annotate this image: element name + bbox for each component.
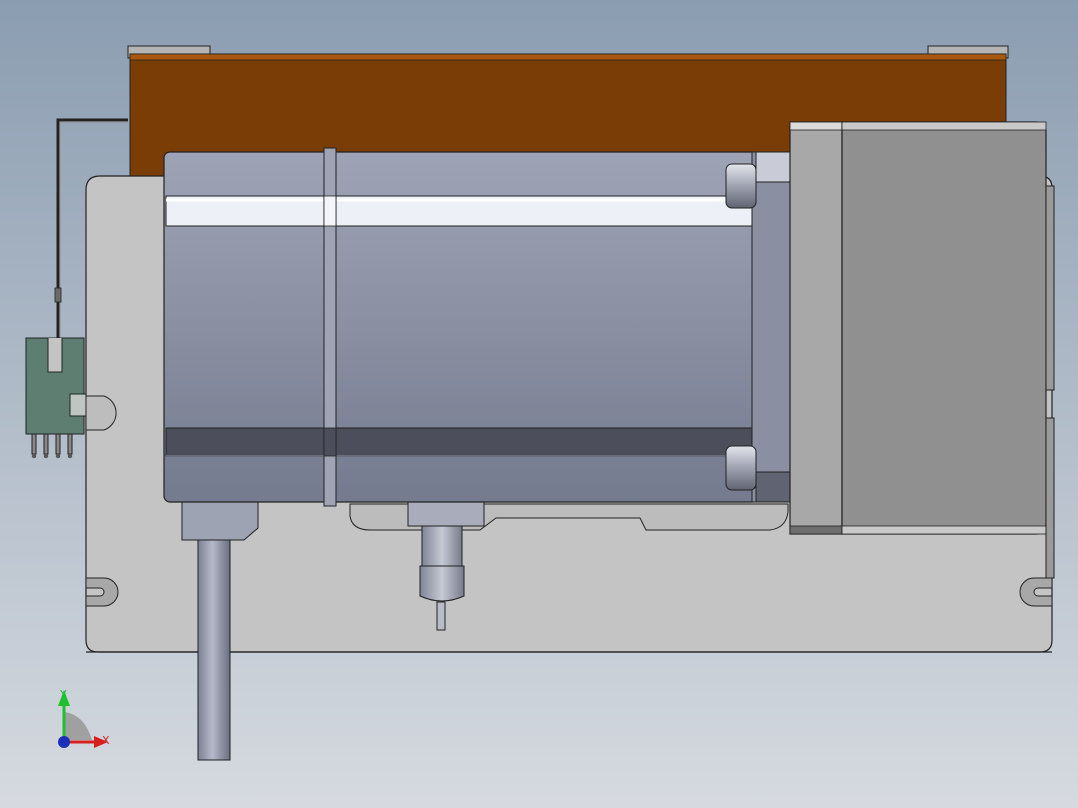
3d-viewport[interactable]: Y X [0,0,1078,808]
gearbox-block[interactable] [789,121,1055,579]
orange-panel-top-edge [129,53,1007,61]
motor-body[interactable] [163,147,793,507]
side-mount-slot [85,395,117,431]
y-axis-label: Y [59,688,67,701]
x-axis-label: X [102,734,110,747]
model-canvas[interactable]: Y X [0,0,1078,808]
